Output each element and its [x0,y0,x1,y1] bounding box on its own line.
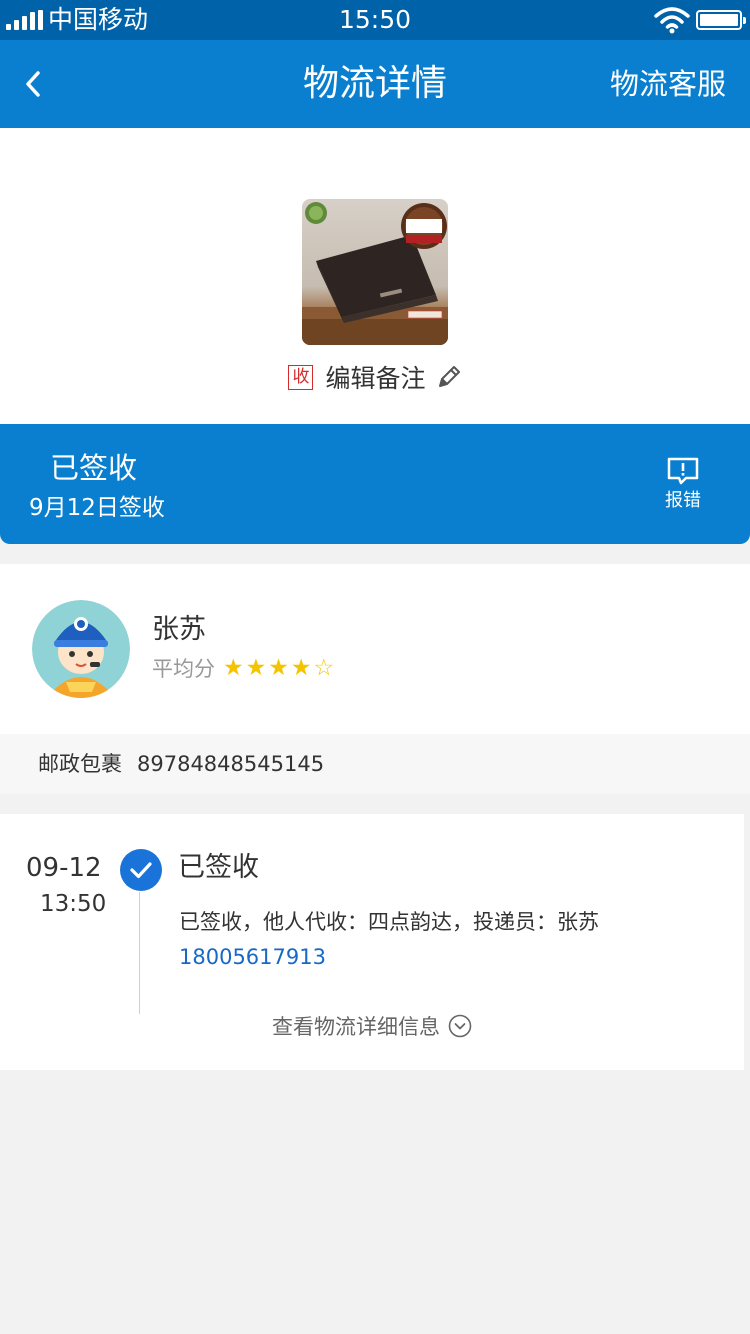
nav-bar: 物流详情 物流客服 [0,40,750,128]
chevron-down-circle-icon [448,1014,472,1038]
wallet-product-image [302,202,448,345]
star-filled-icon: ★ [245,655,267,681]
star-empty-icon: ☆ [313,655,335,681]
report-bubble-icon [667,457,699,485]
check-circle-icon [120,849,162,891]
status-bar: 中国移动 15:50 [0,0,750,40]
event-description: 已签收，他人代收：四点韵达，投递员：张苏 [179,910,599,934]
pencil-icon[interactable] [436,364,462,390]
event-title: 已签收 [178,852,259,883]
star-filled-icon: ★ [223,655,244,681]
rating-label: 平均分 [152,657,215,681]
delivery-status-banner: 已签收 9月12日签收 报错 [0,424,750,544]
event-date: 09-12 [26,853,102,883]
courier-name: 张苏 [152,614,206,645]
receive-tag: 收 [288,364,314,390]
tracking-number[interactable]: 89784848545145 [137,748,324,780]
edit-remark-label: 编辑备注 [325,364,426,393]
view-details-label: 查看物流详细信息 [272,1015,440,1039]
delivery-date: 9月12日签收 [29,495,165,521]
star-filled-icon: ★ [268,655,289,681]
courier-rating: 平均分 ★★★★☆ [152,650,336,686]
product-image[interactable] [302,199,448,345]
edit-remark-row[interactable]: 收 编辑备注 [0,359,750,395]
wifi-icon [654,7,690,34]
tracking-timeline: 09-12 13:50 已签收 已签收，他人代收：四点韵达，投递员：张苏 180… [0,814,744,1070]
logistics-service-button[interactable]: 物流客服 [610,64,726,104]
rating-stars: ★★★★☆ [223,655,336,681]
courier-company: 邮政包裹 [38,752,122,776]
report-error-label: 报错 [665,490,701,511]
timeline-line [139,892,140,1014]
courier-phone-link[interactable]: 18005617913 [179,941,326,973]
product-card: 收 编辑备注 [0,128,750,424]
event-time: 13:50 [40,891,107,917]
star-filled-icon: ★ [290,655,312,681]
view-details-button[interactable]: 查看物流详细信息 [0,1010,744,1042]
report-error-button[interactable]: 报错 [654,456,712,514]
tracking-info: 邮政包裹 89784848545145 [0,734,750,794]
battery-icon [696,10,746,30]
avatar[interactable] [32,600,130,698]
courier-card: 张苏 平均分 ★★★★☆ [0,564,750,734]
status-time: 15:50 [338,5,412,34]
delivery-status: 已签收 [50,451,138,485]
